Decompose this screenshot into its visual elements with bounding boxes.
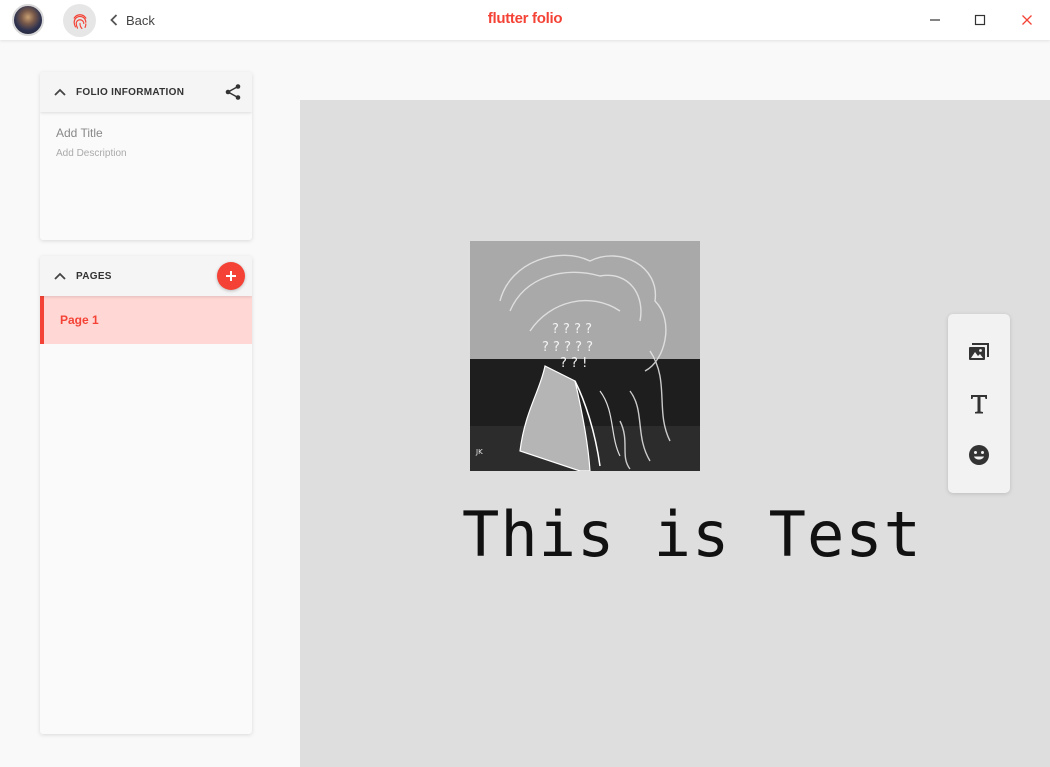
fingerprint-button[interactable] [63,4,96,37]
add-text-icon [971,395,987,414]
folio-information-header[interactable]: FOLIO INFORMATION [40,72,252,112]
plus-icon [226,271,236,281]
close-button[interactable] [1017,10,1037,30]
back-label: Back [126,12,155,28]
tool-palette [948,314,1010,493]
pages-header[interactable]: PAGES [40,256,252,296]
share-icon [225,84,241,100]
maximize-button[interactable] [970,10,990,30]
app-title: flutter folio [487,10,563,27]
user-avatar[interactable] [12,4,44,36]
add-image-button[interactable] [963,336,995,368]
add-text-button[interactable] [963,388,995,420]
svg-text:? ? ? ? ?: ? ? ? ? ? [542,340,593,355]
add-page-button[interactable] [217,262,245,290]
folio-information-panel: FOLIO INFORMATION Add Title Add Descript… [40,72,252,240]
maximize-icon [974,14,986,26]
pages-panel: PAGES Page 1 [40,256,252,734]
description-input[interactable]: Add Description [56,148,236,159]
minimize-icon [930,19,940,21]
fingerprint-icon [73,13,86,29]
folio-information-title: FOLIO INFORMATION [76,86,185,98]
back-button[interactable]: Back [110,10,155,30]
chevron-up-icon[interactable] [54,88,66,96]
artwork-image: ? ? ? ? ? ? ? ? ? ? ? ! JK [470,241,700,471]
add-emoji-icon [969,445,989,465]
svg-text:? ? ? ?: ? ? ? ? [552,322,592,337]
close-icon [1022,15,1032,25]
chevron-up-icon[interactable] [54,272,66,280]
canvas-text-box[interactable]: This is Test [462,498,922,571]
minimize-button[interactable] [925,10,945,30]
svg-text:JK: JK [475,448,483,456]
canvas-image[interactable]: ? ? ? ? ? ? ? ? ? ? ? ! JK [470,241,700,471]
pages-title: PAGES [76,270,112,282]
title-bar: Back flutter folio [0,0,1050,40]
share-button[interactable] [224,83,242,106]
page-item-label: Page 1 [60,313,99,327]
chevron-left-icon [110,14,118,26]
add-image-icon [969,343,989,360]
folio-canvas[interactable]: ? ? ? ? ? ? ? ? ? ? ? ! JK This is Test [300,100,1050,767]
page-list-item[interactable]: Page 1 [40,296,252,344]
svg-text:? ? !: ? ? ! [560,356,587,371]
title-input[interactable]: Add Title [56,126,236,140]
add-emoji-button[interactable] [963,439,995,471]
